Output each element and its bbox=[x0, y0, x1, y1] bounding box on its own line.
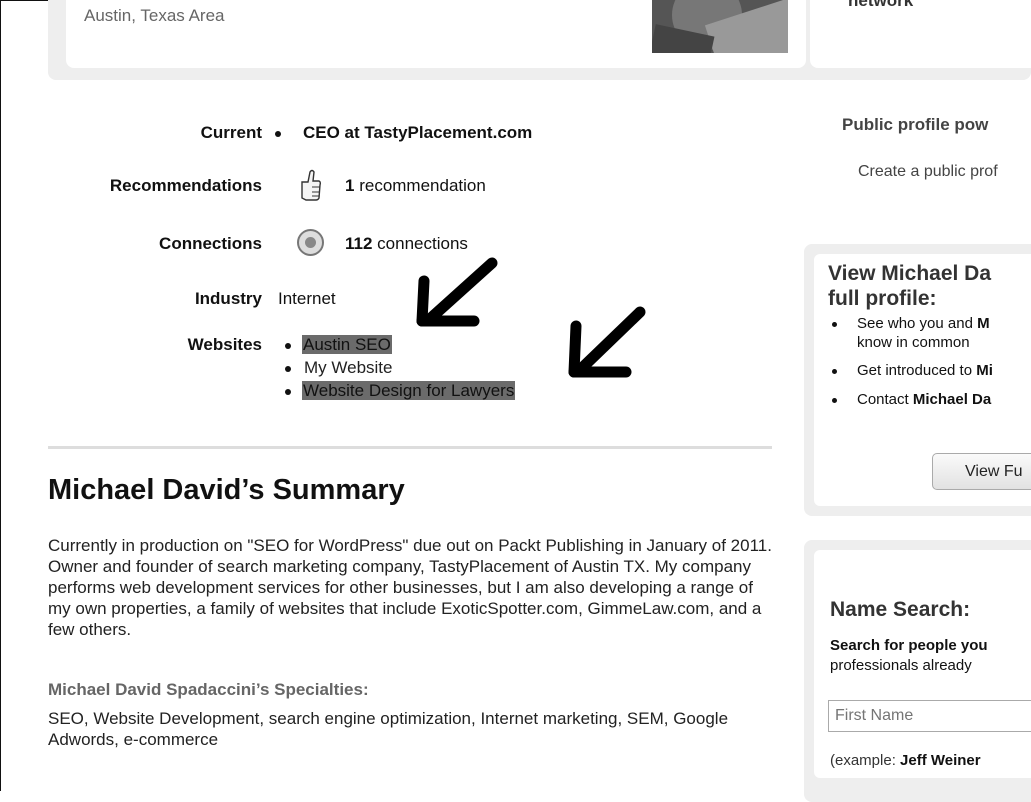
frame-border-left bbox=[0, 0, 1, 791]
list-bullet bbox=[832, 369, 837, 374]
recommendations-text: recommendation bbox=[359, 176, 486, 195]
name-search-bold-line: Search for people you bbox=[830, 637, 988, 654]
summary-text: Currently in production on "SEO for Word… bbox=[48, 536, 772, 639]
annotation-arrow-icon bbox=[568, 306, 646, 378]
annotation-arrow-icon bbox=[416, 257, 498, 327]
name-search-sub-line: professionals already bbox=[830, 657, 972, 674]
network-text: network bbox=[848, 0, 914, 10]
full-profile-item-2: Get introduced to Mi bbox=[857, 362, 993, 379]
public-profile-title: Public profile pow bbox=[842, 115, 989, 134]
thumbs-up-icon bbox=[301, 169, 322, 201]
connections-label: Connections bbox=[159, 234, 262, 253]
current-bullet bbox=[275, 131, 281, 137]
recommendations-label: Recommendations bbox=[109, 176, 262, 195]
industry-value: Internet bbox=[278, 289, 336, 308]
profile-photo[interactable] bbox=[652, 0, 788, 53]
full-profile-title-line1: View Michael Da bbox=[828, 262, 992, 285]
websites-label: Websites bbox=[187, 335, 262, 354]
connections-text: connections bbox=[377, 234, 468, 253]
website-link-austin-seo[interactable]: Austin SEO bbox=[302, 335, 392, 355]
website-link-design-lawyers[interactable]: Website Design for Lawyers bbox=[302, 381, 516, 401]
recommendations-count: 1 bbox=[345, 176, 355, 195]
location-text: Austin, Texas Area bbox=[84, 6, 225, 25]
industry-label: Industry bbox=[194, 289, 262, 308]
first-name-input[interactable] bbox=[828, 700, 1031, 732]
public-profile-text: Create a public prof bbox=[858, 163, 998, 180]
website-bullet bbox=[285, 389, 291, 395]
full-profile-item-3: Contact Michael Da bbox=[857, 391, 992, 408]
section-divider bbox=[48, 446, 772, 449]
summary-heading: Michael David’s Summary bbox=[48, 474, 405, 506]
name-search-title: Name Search: bbox=[830, 598, 971, 621]
view-full-profile-button[interactable]: View Fu bbox=[932, 453, 1031, 490]
specialties-text: SEO, Website Development, search engine … bbox=[48, 709, 729, 749]
name-search-example: (example: Jeff Weiner bbox=[830, 752, 981, 769]
connections-count: 112 bbox=[345, 234, 373, 253]
website-link-my-website[interactable]: My Website bbox=[304, 358, 393, 378]
list-bullet bbox=[832, 322, 837, 327]
recommendations-link[interactable]: 1 recommendation bbox=[345, 176, 486, 196]
current-value: CEO at TastyPlacement.com bbox=[303, 123, 533, 142]
website-bullet bbox=[285, 343, 291, 349]
specialties-heading: Michael David Spadaccini’s Specialties: bbox=[48, 680, 369, 699]
connections-link[interactable]: 112 connections bbox=[345, 234, 468, 254]
full-profile-item-1-line2: know in common bbox=[857, 334, 970, 351]
list-bullet bbox=[832, 398, 837, 403]
full-profile-title-line2: full profile: bbox=[828, 287, 937, 310]
website-bullet bbox=[285, 366, 291, 372]
full-profile-item-1: See who you and M bbox=[857, 315, 990, 332]
current-label: Current bbox=[200, 123, 262, 142]
network-card bbox=[810, 0, 1031, 68]
connections-icon bbox=[297, 229, 324, 256]
